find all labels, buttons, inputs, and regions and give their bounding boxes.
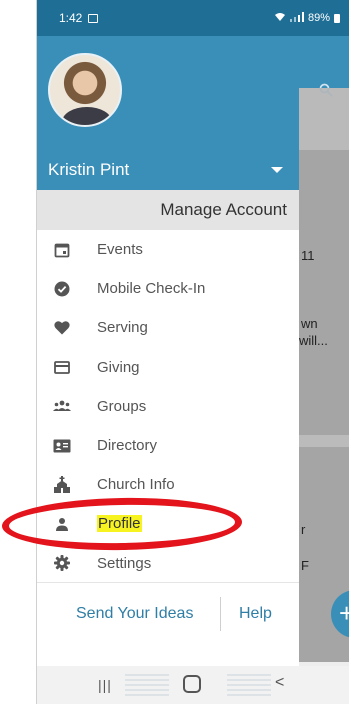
overlay-preview — [125, 674, 169, 696]
footer-divider — [220, 597, 221, 631]
back-icon[interactable]: < — [275, 674, 284, 692]
check-circle-icon — [53, 280, 71, 298]
menu-item-label: Directory — [97, 437, 158, 455]
menu-item-giving[interactable]: Giving — [37, 348, 299, 387]
menu-item-label: Giving — [97, 358, 140, 376]
contact-card-icon — [53, 437, 71, 455]
background-text: 11 — [301, 248, 315, 263]
overlay-preview — [227, 674, 271, 696]
battery-percent: 89% — [307, 12, 330, 24]
navigation-drawer: Kristin Pint Manage Account Events Mobil… — [37, 36, 299, 666]
menu-item-label: Settings — [97, 554, 152, 572]
drawer-header: Kristin Pint — [37, 36, 299, 190]
phone-screen: 11 wn will... r F + 1:42 89% Kristin — [36, 0, 349, 704]
system-navigation-bar: ||| < — [37, 666, 349, 704]
background-text: r — [301, 522, 306, 537]
avatar-shirt — [62, 107, 112, 125]
background-app: 11 wn will... r F + — [299, 0, 349, 704]
calendar-icon — [53, 241, 71, 259]
background-text: F — [301, 558, 309, 573]
manage-account-label: Manage Account — [160, 200, 287, 219]
signal-icon — [289, 11, 304, 25]
menu-item-serving[interactable]: Serving — [37, 308, 299, 347]
home-icon[interactable] — [183, 675, 201, 693]
background-app-header — [299, 36, 349, 97]
background-card — [299, 88, 349, 150]
recent-apps-icon[interactable]: ||| — [98, 677, 112, 693]
wifi-icon — [274, 12, 286, 25]
background-text: will... — [299, 333, 328, 348]
help-button[interactable]: Help — [239, 605, 272, 623]
background-divider — [299, 435, 349, 447]
chevron-down-icon[interactable] — [271, 167, 283, 173]
menu-item-label: Serving — [97, 319, 148, 337]
status-bar: 1:42 89% — [37, 0, 349, 36]
menu-item-label: Mobile Check-In — [97, 280, 206, 298]
image-notification-icon — [88, 13, 99, 23]
status-time: 1:42 — [59, 11, 83, 25]
avatar[interactable] — [48, 53, 122, 127]
manage-account-button[interactable]: Manage Account — [37, 190, 299, 230]
send-your-ideas-button[interactable]: Send Your Ideas — [76, 605, 193, 623]
menu-item-label: Groups — [97, 397, 147, 415]
heart-icon — [53, 319, 71, 337]
gear-icon — [53, 554, 71, 572]
background-card — [299, 150, 349, 435]
menu-item-groups[interactable]: Groups — [37, 387, 299, 426]
menu-item-directory[interactable]: Directory — [37, 426, 299, 465]
menu-item-settings[interactable]: Settings — [37, 544, 299, 583]
credit-card-icon — [53, 358, 71, 376]
menu-item-events[interactable]: Events — [37, 230, 299, 269]
church-icon — [53, 476, 71, 494]
drawer-footer: Send Your Ideas Help — [37, 582, 299, 646]
account-name[interactable]: Kristin Pint — [48, 160, 129, 180]
group-icon — [53, 397, 71, 415]
menu-item-label: Church Info — [97, 476, 175, 494]
background-text: wn — [301, 316, 318, 331]
battery-icon — [334, 13, 340, 23]
menu-item-mobile-check-in[interactable]: Mobile Check-In — [37, 269, 299, 308]
menu-item-label: Events — [97, 241, 143, 259]
status-right: 89% — [274, 11, 340, 25]
